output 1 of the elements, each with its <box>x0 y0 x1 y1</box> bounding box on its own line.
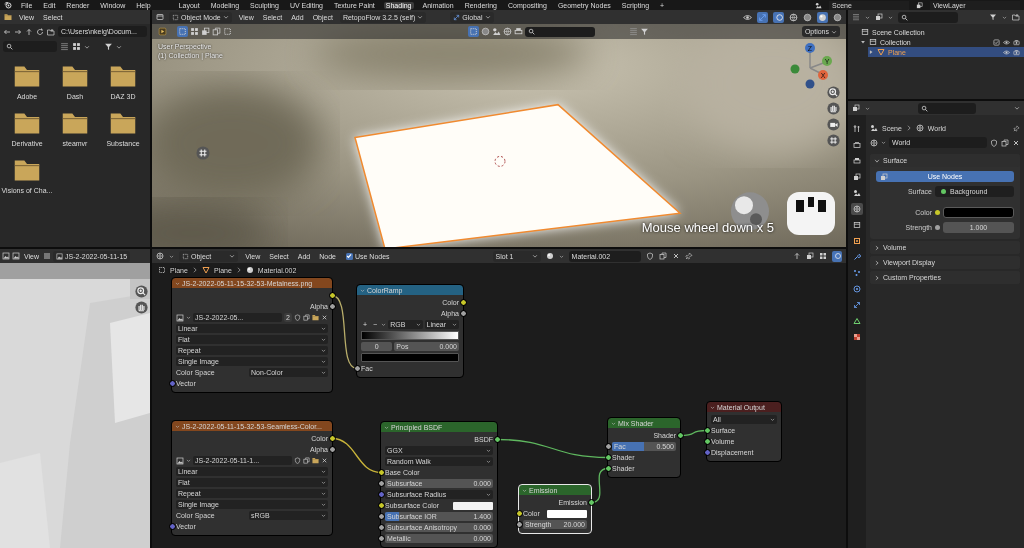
screencast-text: Mouse wheel down x 5 <box>641 220 774 235</box>
